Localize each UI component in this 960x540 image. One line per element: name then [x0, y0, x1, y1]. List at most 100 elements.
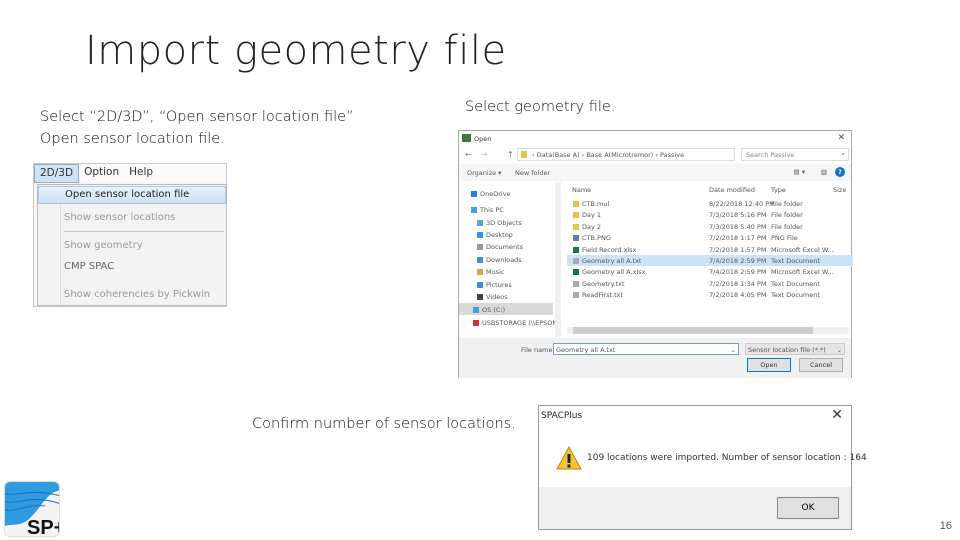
navigation-pane: OneDrive This PC 3D Objects Desktop Docu…: [459, 182, 557, 337]
back-icon[interactable]: ←: [465, 150, 472, 159]
slide-title: Import geometry file: [85, 28, 507, 74]
menu-item-open-sensor-location-file[interactable]: Open sensor location file: [38, 186, 226, 204]
folder-icon: [573, 223, 579, 230]
file-date: 7/4/2018 2:59 PM: [709, 268, 767, 277]
file-type-value: Sensor location file (*.*): [748, 346, 826, 354]
text-icon: [573, 258, 579, 264]
file-name: Geometry.txt: [582, 279, 625, 288]
view-icon[interactable]: ▤ ▾: [794, 168, 805, 176]
file-name-value: Geometry all A.txt: [556, 346, 616, 354]
file-type: Text Document: [771, 257, 820, 265]
menu-2d3d[interactable]: 2D/3D: [34, 164, 80, 183]
search-input[interactable]: Search Passive ⌕: [741, 148, 849, 161]
nav-documents[interactable]: Documents: [486, 243, 523, 251]
cancel-button[interactable]: Cancel: [799, 358, 843, 372]
search-placeholder: Search Passive: [746, 151, 795, 159]
menu-item-show-sensor-locations[interactable]: Show sensor locations: [64, 212, 175, 223]
file-date: 7/3/2018 5:40 PM: [709, 222, 767, 231]
menu-separator: [64, 231, 224, 232]
file-type: Microsoft Excel W...: [771, 268, 834, 277]
file-date: 7/3/2018 5:16 PM: [709, 211, 767, 220]
file-type: File folder: [771, 222, 803, 231]
folder-icon: [573, 201, 579, 207]
nav-downloads[interactable]: Downloads: [486, 256, 522, 264]
open-button[interactable]: Open: [747, 358, 791, 372]
file-row[interactable]: Geometry all A.xlsx 7/4/2018 2:59 PM Mic…: [567, 266, 853, 277]
message-box: SPACPlus ✕ 109 locations were imported. …: [538, 405, 867, 530]
nav-music[interactable]: Music: [486, 268, 505, 276]
file-date: 7/4/2018 2:59 PM: [709, 257, 767, 265]
menu-item-show-geometry[interactable]: Show geometry: [64, 240, 143, 251]
folder-icon: [521, 151, 527, 158]
organize-button[interactable]: Organize ▾: [467, 169, 501, 177]
step2-caption: Select geometry file.: [465, 99, 616, 115]
nav-desktop[interactable]: Desktop: [486, 231, 513, 239]
menu-help[interactable]: Help: [124, 164, 158, 183]
nav-os-c[interactable]: OS (C:): [482, 306, 505, 314]
file-row[interactable]: Field Record.xlsx 7/2/2018 1:57 PM Micro…: [567, 244, 853, 255]
text-icon: [573, 280, 579, 287]
file-type: PNG File: [771, 234, 798, 243]
warning-icon: [556, 446, 582, 470]
new-folder-button[interactable]: New folder: [515, 169, 550, 177]
file-type-select[interactable]: Sensor location file (*.*) ⌄: [745, 343, 845, 355]
nav-this-pc[interactable]: This PC: [480, 206, 504, 214]
toolbar: Organize ▾ New folder ▤ ▾ ▥ ?: [459, 164, 851, 181]
step1-line1: Select “2D/3D”, “Open sensor location fi…: [40, 109, 354, 125]
msgbox-title: SPACPlus: [541, 411, 583, 421]
dropdown-menu: Open sensor location file Show sensor lo…: [37, 184, 227, 306]
file-date: 7/2/2018 1:17 PM: [709, 234, 767, 243]
file-name: Geometry all A.txt: [582, 257, 642, 265]
nav-3d-objects[interactable]: 3D Objects: [486, 219, 522, 227]
open-file-dialog: Open ✕ ← → ↑ › Data(Base A) › Base A(Mic…: [458, 130, 853, 378]
file-row[interactable]: Geometry.txt 7/2/2018 1:34 PM Text Docum…: [567, 278, 853, 289]
nav-pictures[interactable]: Pictures: [486, 281, 512, 289]
file-name: Geometry all A.xlsx: [582, 268, 646, 277]
preview-pane-icon[interactable]: ▥: [821, 168, 827, 176]
file-row[interactable]: Day 2 7/3/2018 5:40 PM File folder: [567, 221, 853, 232]
file-row[interactable]: CTB.PNG 7/2/2018 1:17 PM PNG File: [567, 232, 853, 243]
nav-scrollbar[interactable]: [555, 182, 561, 337]
file-row[interactable]: ReadFirst.txt 7/2/2018 4:05 PM Text Docu…: [567, 289, 853, 300]
file-date: 7/2/2018 4:05 PM: [709, 291, 767, 300]
menu-item-show-coherencies[interactable]: Show coherencies by Pickwin: [64, 289, 210, 300]
file-row[interactable]: Geometry all A.txt 7/4/2018 2:59 PM Text…: [567, 255, 853, 266]
menu-screenshot: 2D/3D Option Help Open sensor location f…: [33, 163, 227, 307]
close-icon[interactable]: ✕: [837, 133, 845, 143]
msgbox-message: 109 locations were imported. Number of s…: [587, 453, 867, 463]
nav-onedrive[interactable]: OneDrive: [480, 190, 511, 198]
horizontal-scrollbar[interactable]: [567, 327, 849, 334]
file-name: ReadFirst.txt: [582, 291, 624, 300]
path-segment[interactable]: Data(Base A): [537, 151, 580, 159]
file-row[interactable]: CTB.mul 8/22/2018 12:40 PM File folder: [567, 198, 853, 209]
path-segment[interactable]: Passive: [660, 151, 684, 159]
nav-videos[interactable]: Videos: [486, 293, 508, 301]
help-icon[interactable]: ?: [835, 167, 845, 177]
menu-option[interactable]: Option: [79, 164, 124, 183]
address-bar[interactable]: › Data(Base A) › Base A(Microtremor) › P…: [517, 148, 735, 161]
close-icon[interactable]: ✕: [831, 407, 843, 423]
up-icon[interactable]: ↑: [507, 150, 514, 159]
file-date: 7/2/2018 1:34 PM: [709, 279, 767, 288]
step3-caption: Confirm number of sensor locations.: [252, 416, 516, 432]
file-name-input[interactable]: Geometry all A.txt ⌄: [553, 343, 739, 355]
file-name: CTB.PNG: [582, 234, 611, 243]
forward-icon[interactable]: →: [481, 150, 488, 159]
column-date[interactable]: Date modified: [709, 186, 755, 194]
nav-usbstorage[interactable]: USBSTORAGE (\\EPSON: [482, 319, 557, 327]
ok-button[interactable]: OK: [777, 497, 839, 519]
file-name-label: File name:: [521, 346, 555, 354]
search-icon: ⌕: [841, 150, 845, 158]
page-number: 16: [939, 520, 952, 532]
file-name: Day 2: [582, 222, 602, 231]
file-row[interactable]: Day 1 7/3/2018 5:16 PM File folder: [567, 209, 853, 220]
path-segment[interactable]: Base A(Microtremor): [586, 151, 653, 159]
file-type: Text Document: [771, 291, 820, 300]
file-name: Field Record.xlsx: [582, 245, 637, 254]
file-name: CTB.mul: [582, 200, 610, 208]
menu-item-cmp-spac[interactable]: CMP SPAC: [64, 261, 114, 272]
file-date: 7/2/2018 1:57 PM: [709, 245, 767, 254]
column-size[interactable]: Size: [833, 186, 846, 194]
column-name[interactable]: Name: [572, 186, 591, 194]
column-type[interactable]: Type: [771, 186, 786, 194]
